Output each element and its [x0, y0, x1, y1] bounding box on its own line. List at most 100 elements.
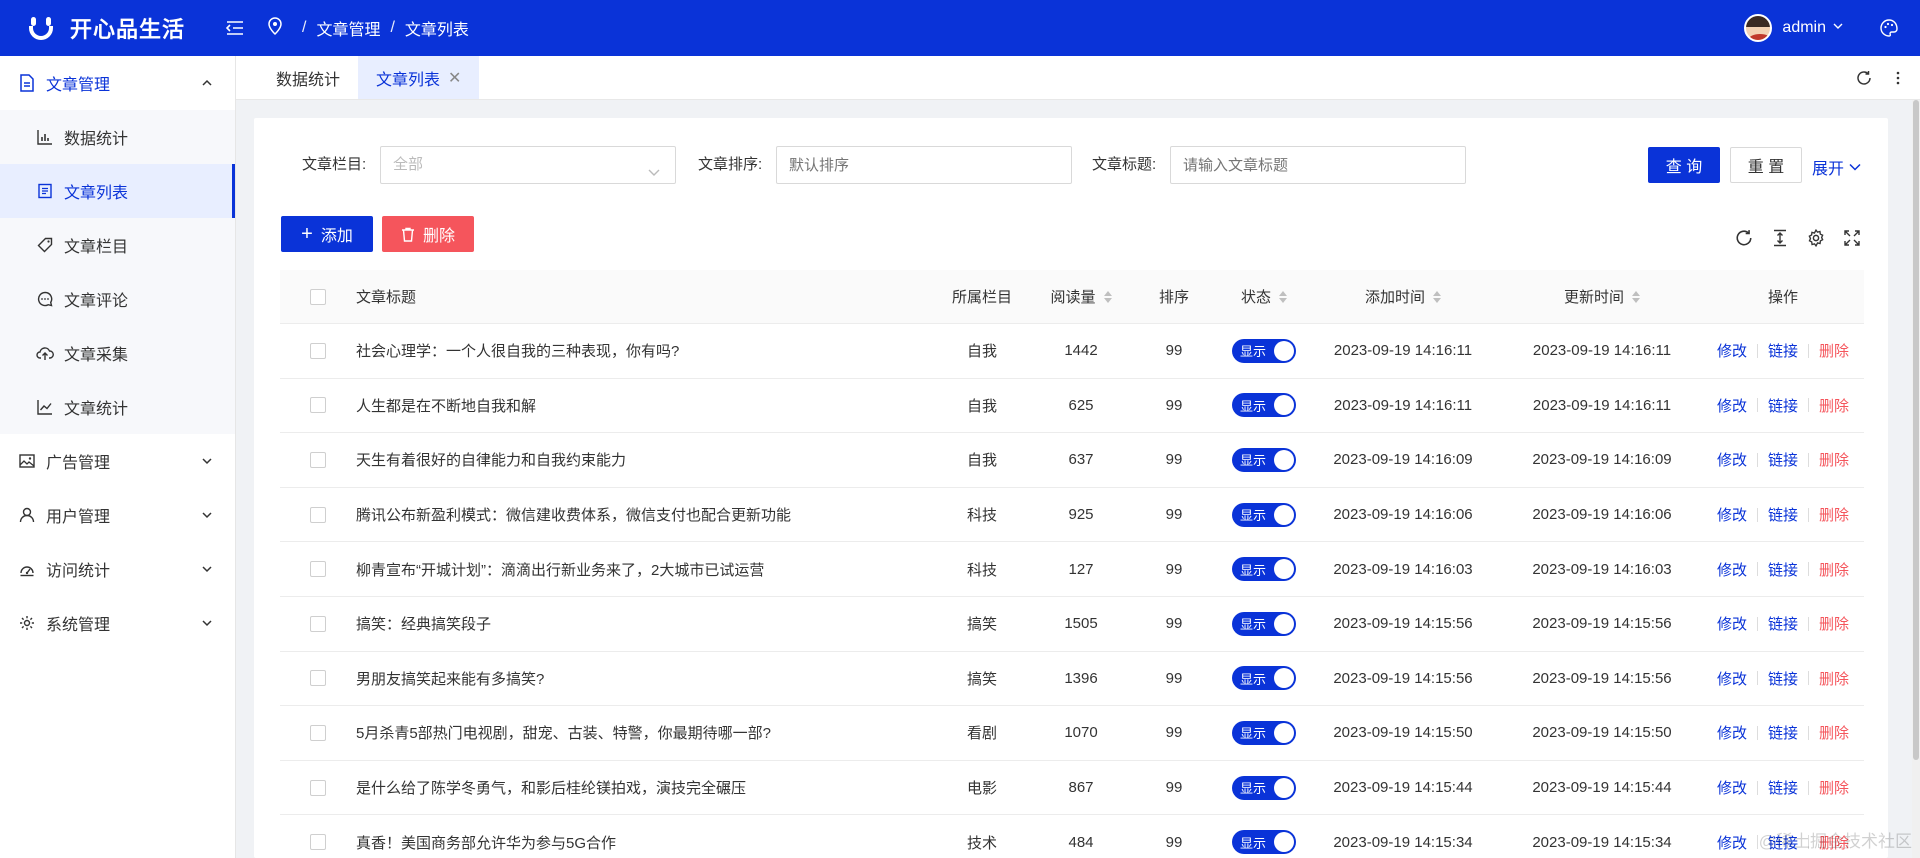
sidebar-item-article-column[interactable]: 文章栏目: [0, 218, 235, 272]
more-vertical-icon[interactable]: [1886, 66, 1910, 90]
status-switch[interactable]: 显示: [1232, 502, 1296, 527]
edit-link[interactable]: 修改: [1717, 668, 1747, 689]
row-checkbox[interactable]: [310, 724, 326, 741]
delete-link[interactable]: 删除: [1819, 613, 1849, 634]
scrollbar-thumb[interactable]: [1913, 100, 1919, 760]
delete-link[interactable]: 删除: [1819, 559, 1849, 580]
chevron-down-icon: [199, 507, 215, 523]
tab-data-stats[interactable]: 数据统计: [258, 56, 358, 99]
link-link[interactable]: 链接: [1768, 504, 1798, 525]
edit-link[interactable]: 修改: [1717, 832, 1747, 853]
edit-link[interactable]: 修改: [1717, 613, 1747, 634]
row-checkbox[interactable]: [310, 561, 326, 578]
status-switch[interactable]: 显示: [1232, 393, 1296, 418]
status-switch[interactable]: 显示: [1232, 720, 1296, 745]
edit-link[interactable]: 修改: [1717, 504, 1747, 525]
header-added[interactable]: 添加时间: [1304, 286, 1502, 307]
edit-link[interactable]: 修改: [1717, 559, 1747, 580]
link-link[interactable]: 链接: [1768, 449, 1798, 470]
sort-input[interactable]: [776, 146, 1072, 184]
delete-link[interactable]: 删除: [1819, 395, 1849, 416]
sidebar-group-system[interactable]: 系统管理: [0, 596, 235, 650]
row-checkbox[interactable]: [310, 834, 326, 851]
fullscreen-icon[interactable]: [1840, 226, 1864, 250]
header-status[interactable]: 状态: [1224, 286, 1304, 307]
palette-icon[interactable]: [1878, 17, 1900, 39]
refresh-icon[interactable]: [1732, 226, 1756, 250]
sidebar-group-article[interactable]: 文章管理: [0, 56, 235, 110]
select-all-checkbox[interactable]: [310, 288, 326, 305]
edit-link[interactable]: 修改: [1717, 449, 1747, 470]
sidebar-item-article-comment[interactable]: 文章评论: [0, 272, 235, 326]
tab-article-list[interactable]: 文章列表 ✕: [358, 56, 480, 99]
link-link[interactable]: 链接: [1768, 559, 1798, 580]
cell-added: 2023-09-19 14:15:56: [1333, 669, 1473, 687]
row-checkbox[interactable]: [310, 342, 326, 359]
row-checkbox[interactable]: [310, 397, 326, 414]
delete-link[interactable]: 删除: [1819, 340, 1849, 361]
delete-link[interactable]: 删除: [1819, 722, 1849, 743]
link-link[interactable]: 链接: [1768, 777, 1798, 798]
header-reads[interactable]: 阅读量: [1038, 286, 1124, 307]
sidebar-group-visit-stats[interactable]: 访问统计: [0, 542, 235, 596]
status-switch[interactable]: 显示: [1232, 447, 1296, 472]
title-input[interactable]: [1170, 146, 1466, 184]
delete-link[interactable]: 删除: [1819, 777, 1849, 798]
sidebar-item-article-list[interactable]: 文章列表: [0, 164, 235, 218]
chevron-down-icon: [199, 615, 215, 631]
menu-collapse-icon[interactable]: [220, 13, 250, 43]
chevron-down-icon[interactable]: [1832, 19, 1844, 37]
row-checkbox[interactable]: [310, 506, 326, 523]
cloud-upload-icon: [36, 344, 54, 362]
link-link[interactable]: 链接: [1768, 340, 1798, 361]
cell-title: 男朋友搞笑起来能有多搞笑?: [356, 670, 545, 688]
header-updated[interactable]: 更新时间: [1502, 286, 1702, 307]
delete-button[interactable]: 删除: [382, 216, 474, 252]
status-switch[interactable]: 显示: [1232, 338, 1296, 363]
sidebar-item-article-stats[interactable]: 文章统计: [0, 380, 235, 434]
expand-link[interactable]: 展开: [1812, 155, 1862, 179]
edit-link[interactable]: 修改: [1717, 722, 1747, 743]
status-switch[interactable]: 显示: [1232, 830, 1296, 855]
trash-icon: [401, 227, 415, 242]
sidebar-group-ads[interactable]: 广告管理: [0, 434, 235, 488]
row-checkbox[interactable]: [310, 451, 326, 468]
page-scrollbar[interactable]: [1912, 100, 1920, 858]
status-switch[interactable]: 显示: [1232, 557, 1296, 582]
delete-link[interactable]: 删除: [1819, 449, 1849, 470]
edit-link[interactable]: 修改: [1717, 777, 1747, 798]
add-button[interactable]: + 添加: [281, 216, 373, 252]
column-height-icon[interactable]: [1768, 226, 1792, 250]
sidebar-group-users[interactable]: 用户管理: [0, 488, 235, 542]
reset-button[interactable]: 重 置: [1730, 147, 1802, 183]
row-checkbox[interactable]: [310, 670, 326, 687]
link-link[interactable]: 链接: [1768, 668, 1798, 689]
link-link[interactable]: 链接: [1768, 395, 1798, 416]
close-icon[interactable]: ✕: [448, 68, 461, 88]
link-link[interactable]: 链接: [1768, 722, 1798, 743]
query-button[interactable]: 查 询: [1648, 147, 1720, 183]
table-row: 社会心理学：一个人很自我的三种表现，你有吗? 自我 1442 99 显示 2023-09-…: [280, 324, 1864, 379]
edit-link[interactable]: 修改: [1717, 340, 1747, 361]
status-switch[interactable]: 显示: [1232, 611, 1296, 636]
user-name[interactable]: admin: [1782, 19, 1826, 37]
cell-reads: 1442: [1064, 342, 1098, 360]
sidebar-item-article-collect[interactable]: 文章采集: [0, 326, 235, 380]
status-switch[interactable]: 显示: [1232, 666, 1296, 691]
refresh-icon[interactable]: [1852, 66, 1876, 90]
breadcrumb-item[interactable]: 文章管理: [316, 16, 380, 40]
column-select[interactable]: 全部: [380, 146, 676, 184]
row-checkbox[interactable]: [310, 779, 326, 796]
setting-icon[interactable]: [1804, 226, 1828, 250]
avatar[interactable]: [1744, 14, 1773, 42]
cell-reads: 1505: [1064, 615, 1098, 633]
cell-title: 搞笑：经典搞笑段子: [356, 616, 492, 634]
link-link[interactable]: 链接: [1768, 613, 1798, 634]
row-checkbox[interactable]: [310, 615, 326, 632]
sidebar-item-data-stats[interactable]: 数据统计: [0, 110, 235, 164]
delete-link[interactable]: 删除: [1819, 668, 1849, 689]
edit-link[interactable]: 修改: [1717, 395, 1747, 416]
status-switch[interactable]: 显示: [1232, 775, 1296, 800]
delete-link[interactable]: 删除: [1819, 504, 1849, 525]
table-toolbar: [1720, 220, 1864, 256]
